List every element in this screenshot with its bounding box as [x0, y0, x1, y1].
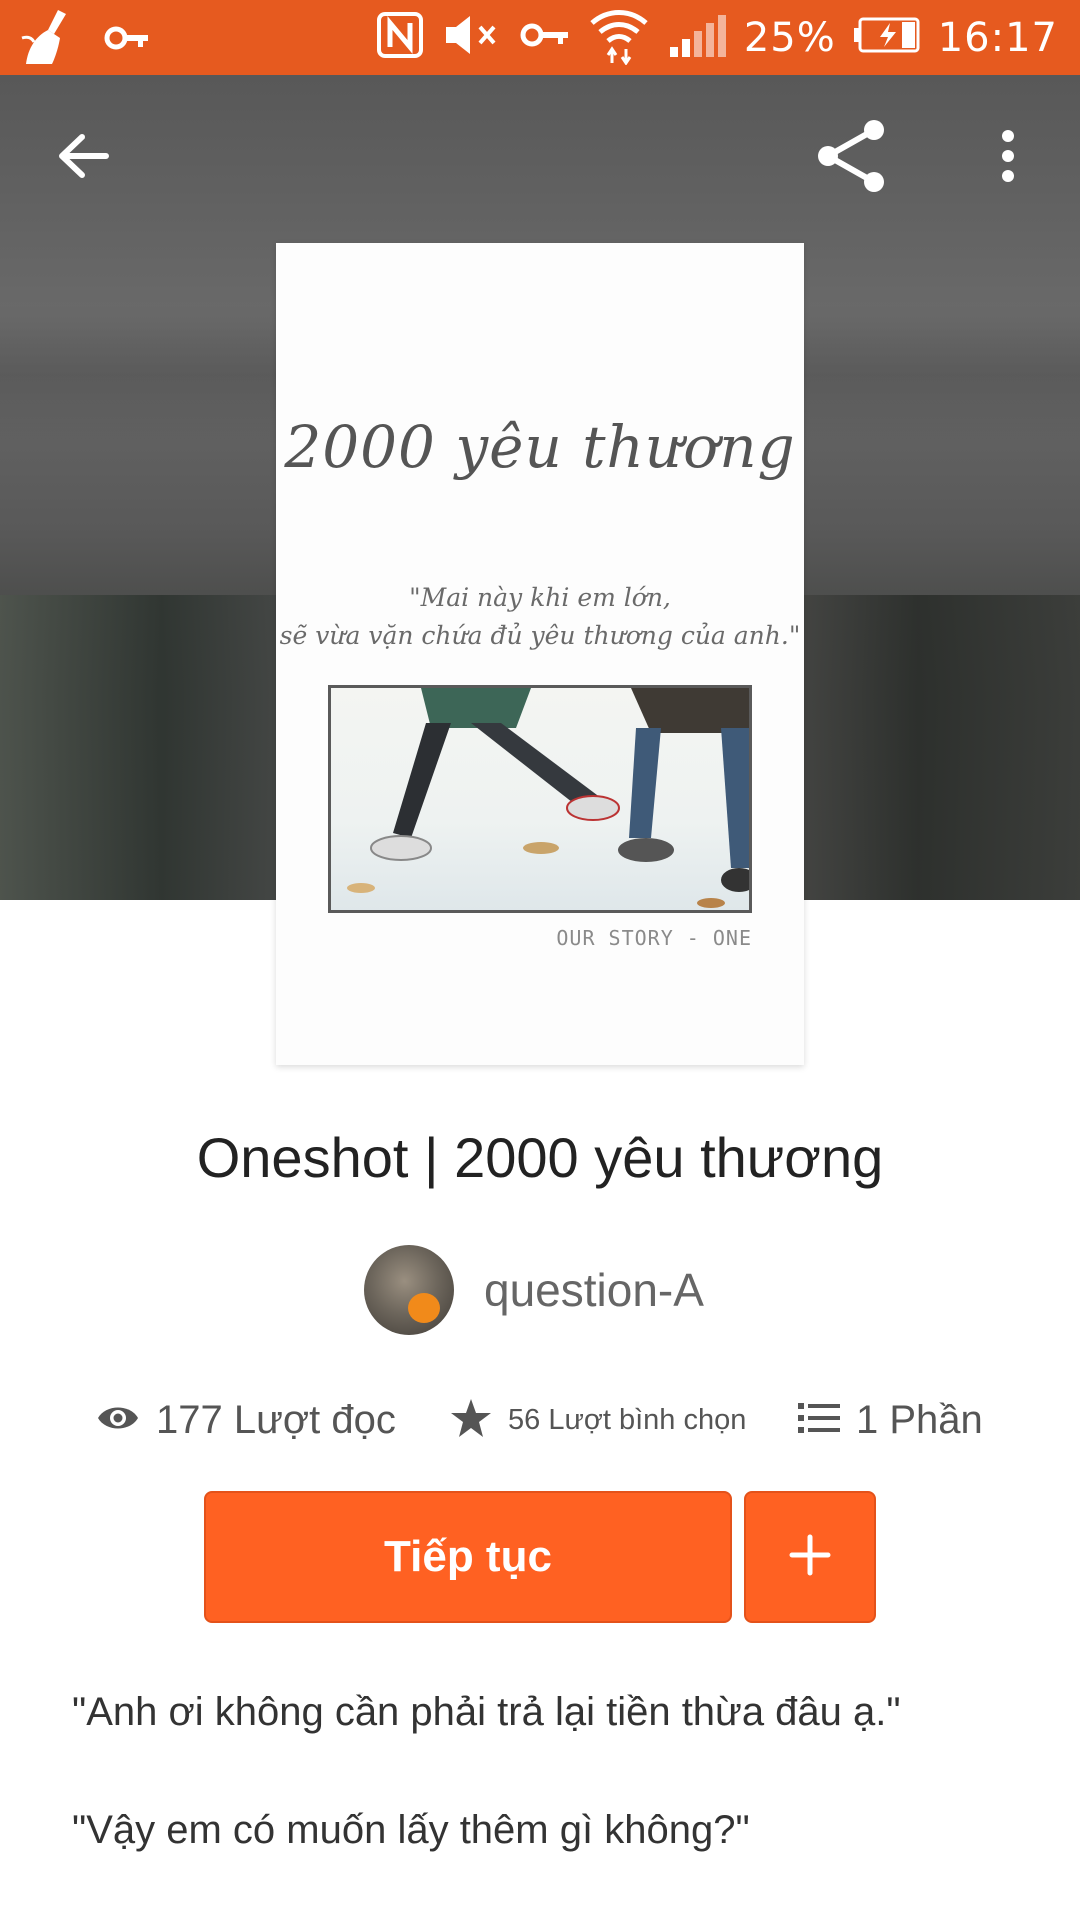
story-stats: 177 Lượt đọc 56 Lượt bình chọn 1 Phần: [0, 1390, 1080, 1450]
battery-charging-icon: [853, 17, 920, 58]
reads-stat: 177 Lượt đọc: [96, 1390, 396, 1450]
clock: 16:17: [937, 14, 1058, 61]
author-name[interactable]: question-A: [484, 1263, 704, 1317]
list-icon: [798, 1401, 840, 1440]
story-title: Oneshot | 2000 yêu thương: [196, 1126, 884, 1189]
more-options-button[interactable]: [968, 118, 1048, 198]
cover-signature: OUR STORY - ONE: [556, 926, 752, 950]
cover-quote-line1: "Mai này khi em lớn,: [409, 583, 671, 612]
eye-icon: [96, 1402, 140, 1439]
description-line-1: "Anh ơi không cần phải trả lại tiền thừa…: [72, 1690, 901, 1734]
back-button[interactable]: [44, 118, 124, 198]
cover-quote-line2: sẽ vừa vặn chứa đủ yêu thương của anh.": [279, 621, 801, 650]
author-row[interactable]: question-A: [364, 1245, 704, 1335]
reads-count: 177 Lượt đọc: [156, 1397, 396, 1442]
share-button[interactable]: [812, 118, 892, 198]
mute-icon: [442, 12, 502, 63]
story-cover[interactable]: 2000 yêu thương "Mai này khi em lớn, sẽ …: [276, 243, 804, 1065]
star-icon: [450, 1398, 492, 1443]
more-vertical-icon: [998, 128, 1018, 189]
plus-icon: [788, 1533, 832, 1582]
back-arrow-icon: [56, 131, 112, 186]
cover-illustration: [328, 685, 752, 913]
votes-stat: 56 Lượt bình chọn: [450, 1390, 746, 1450]
nfc-icon: [376, 11, 424, 64]
key-icon: [104, 18, 150, 63]
author-avatar[interactable]: [364, 1245, 454, 1335]
vpn-key-icon: [520, 15, 570, 60]
battery-percent: 25%: [743, 14, 836, 61]
signal-icon: [668, 13, 726, 62]
continue-label: Tiếp tục: [384, 1532, 552, 1581]
continue-reading-button[interactable]: Tiếp tục: [204, 1491, 732, 1623]
parts-count: 1 Phần: [856, 1397, 983, 1442]
cover-title: 2000 yêu thương: [284, 413, 796, 481]
votes-count: 56 Lượt bình chọn: [508, 1403, 747, 1436]
description-line-2: "Vậy em có muốn lấy thêm gì không?": [72, 1808, 750, 1852]
add-to-library-button[interactable]: [744, 1491, 876, 1623]
wifi-icon: [588, 5, 650, 70]
share-icon: [814, 118, 890, 199]
cleaner-icon: [18, 8, 82, 73]
status-bar: 25% 16:17: [0, 0, 1080, 75]
parts-stat[interactable]: 1 Phần: [798, 1390, 983, 1450]
